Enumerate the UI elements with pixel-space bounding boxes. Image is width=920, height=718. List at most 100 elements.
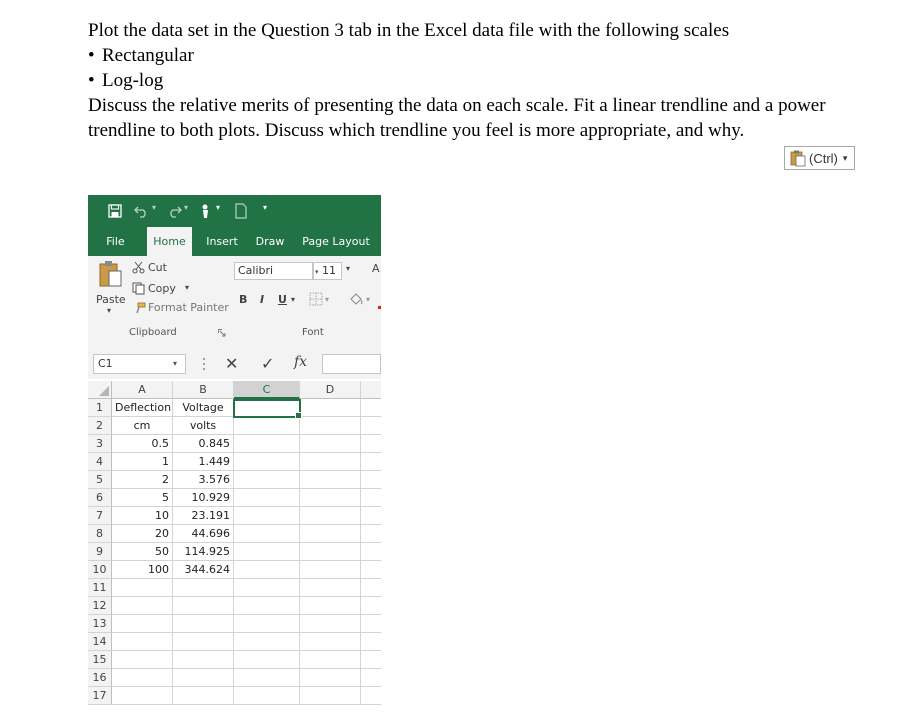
cell-e[interactable] xyxy=(361,597,381,615)
cell-b[interactable] xyxy=(173,633,234,651)
fill-handle[interactable] xyxy=(295,412,302,419)
cell-a[interactable]: 5 xyxy=(112,489,173,507)
cell-d[interactable] xyxy=(300,579,361,597)
cell-d[interactable] xyxy=(300,525,361,543)
cell-c[interactable] xyxy=(234,597,300,615)
cell-d[interactable] xyxy=(300,687,361,705)
cell-d[interactable] xyxy=(300,615,361,633)
cell-c[interactable] xyxy=(234,669,300,687)
cell-d[interactable] xyxy=(300,561,361,579)
row-header[interactable]: 12 xyxy=(88,597,112,615)
cell-c[interactable] xyxy=(234,651,300,669)
paste-button[interactable]: Paste xyxy=(96,293,126,306)
cell-e[interactable] xyxy=(361,417,381,435)
cell-a[interactable]: 20 xyxy=(112,525,173,543)
cell-d[interactable] xyxy=(300,633,361,651)
cell-b[interactable]: 44.696 xyxy=(173,525,234,543)
font-size-dropdown[interactable]: ▾ 11 xyxy=(313,262,342,280)
row-header[interactable]: 10 xyxy=(88,561,112,579)
row-header[interactable]: 1 xyxy=(88,399,112,417)
cell-c[interactable] xyxy=(234,525,300,543)
cell-b[interactable]: Voltage xyxy=(173,399,234,417)
cell-a[interactable] xyxy=(112,687,173,705)
cell-a[interactable]: 0.5 xyxy=(112,435,173,453)
chevron-down-icon[interactable]: ▾ xyxy=(216,203,220,219)
cell-d[interactable] xyxy=(300,651,361,669)
cell-d[interactable] xyxy=(300,399,361,417)
cancel-entry-button[interactable]: ✕ xyxy=(225,354,238,373)
cell-a[interactable] xyxy=(112,669,173,687)
chevron-down-icon[interactable]: ▾ xyxy=(346,264,350,273)
row-header[interactable]: 8 xyxy=(88,525,112,543)
row-header[interactable]: 3 xyxy=(88,435,112,453)
cell-e[interactable] xyxy=(361,633,381,651)
column-header-a[interactable]: A xyxy=(112,381,173,399)
cell-b[interactable]: 3.576 xyxy=(173,471,234,489)
cell-b[interactable]: 10.929 xyxy=(173,489,234,507)
fill-color-icon[interactable] xyxy=(348,292,364,306)
italic-button[interactable]: I xyxy=(260,293,264,306)
cell-c[interactable] xyxy=(234,453,300,471)
row-header[interactable]: 5 xyxy=(88,471,112,489)
cell-a[interactable] xyxy=(112,615,173,633)
cell-a[interactable] xyxy=(112,597,173,615)
cell-d[interactable] xyxy=(300,543,361,561)
cell-c[interactable] xyxy=(234,633,300,651)
cell-e[interactable] xyxy=(361,543,381,561)
cell-b[interactable] xyxy=(173,615,234,633)
cell-a[interactable]: cm xyxy=(112,417,173,435)
undo-icon[interactable] xyxy=(134,203,150,219)
chevron-down-icon[interactable]: ▾ xyxy=(184,203,188,219)
row-header[interactable]: 2 xyxy=(88,417,112,435)
cell-a[interactable]: 1 xyxy=(112,453,173,471)
cell-e[interactable] xyxy=(361,489,381,507)
cell-b[interactable]: 344.624 xyxy=(173,561,234,579)
name-box[interactable]: C1 ▾ xyxy=(93,354,186,374)
cell-e[interactable] xyxy=(361,525,381,543)
underline-button[interactable]: U xyxy=(278,293,287,306)
cell-c[interactable] xyxy=(234,489,300,507)
row-header[interactable]: 11 xyxy=(88,579,112,597)
active-cell-selection[interactable] xyxy=(233,399,302,419)
cell-c[interactable] xyxy=(234,471,300,489)
customize-toolbar-icon[interactable]: ▾ xyxy=(263,203,267,219)
copy-button[interactable]: Copy xyxy=(148,282,176,295)
chevron-down-icon[interactable]: ▾ xyxy=(325,295,329,304)
cell-e[interactable] xyxy=(361,561,381,579)
cell-e[interactable] xyxy=(361,471,381,489)
cell-d[interactable] xyxy=(300,471,361,489)
dialog-launcher-icon[interactable] xyxy=(218,329,226,337)
select-all-button[interactable] xyxy=(88,381,112,399)
column-header-b[interactable]: B xyxy=(173,381,234,399)
format-painter-button[interactable]: Format Painter xyxy=(148,301,229,314)
cell-b[interactable]: 23.191 xyxy=(173,507,234,525)
cell-b[interactable] xyxy=(173,579,234,597)
cell-d[interactable] xyxy=(300,453,361,471)
redo-icon[interactable] xyxy=(166,203,182,219)
cell-e[interactable] xyxy=(361,435,381,453)
cell-c[interactable] xyxy=(234,615,300,633)
insert-function-button[interactable]: fx xyxy=(294,354,307,370)
column-header-e[interactable] xyxy=(361,381,381,399)
increase-font-button[interactable]: A xyxy=(372,262,380,275)
row-header[interactable]: 14 xyxy=(88,633,112,651)
tab-home[interactable]: Home xyxy=(147,227,192,256)
column-header-d[interactable]: D xyxy=(300,381,361,399)
cell-e[interactable] xyxy=(361,579,381,597)
formula-bar-grip-icon[interactable] xyxy=(202,357,206,371)
cell-c[interactable] xyxy=(234,543,300,561)
cell-c[interactable] xyxy=(234,579,300,597)
row-header[interactable]: 13 xyxy=(88,615,112,633)
cell-e[interactable] xyxy=(361,453,381,471)
paste-icon[interactable] xyxy=(97,260,123,288)
cell-b[interactable] xyxy=(173,597,234,615)
cell-a[interactable] xyxy=(112,633,173,651)
formula-input[interactable] xyxy=(322,354,381,374)
tab-draw[interactable]: Draw xyxy=(252,227,288,256)
save-icon[interactable] xyxy=(108,203,122,219)
row-header[interactable]: 9 xyxy=(88,543,112,561)
font-name-dropdown[interactable]: Calibri xyxy=(234,262,313,280)
cell-d[interactable] xyxy=(300,597,361,615)
cell-b[interactable]: volts xyxy=(173,417,234,435)
row-header[interactable]: 17 xyxy=(88,687,112,705)
